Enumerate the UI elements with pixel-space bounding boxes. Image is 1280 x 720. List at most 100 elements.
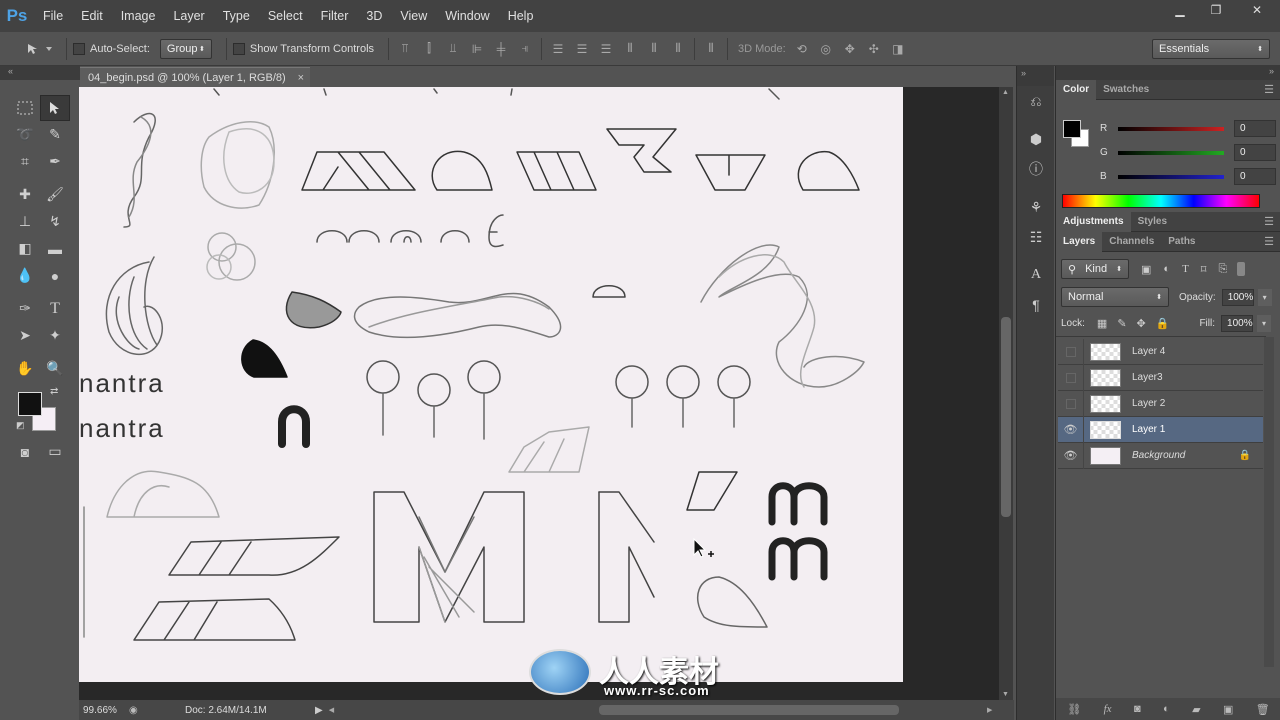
fill-arrow-icon[interactable]: ▾ bbox=[1257, 315, 1272, 332]
menu-help[interactable]: Help bbox=[499, 9, 543, 23]
layer-row-background[interactable]: 👁 Background 🔒 bbox=[1058, 442, 1263, 469]
lasso-tool-icon[interactable]: ➰ bbox=[10, 122, 40, 148]
tab-swatches[interactable]: Swatches bbox=[1096, 80, 1156, 100]
link-layers-icon[interactable]: ⛓ bbox=[1067, 703, 1081, 716]
scroll-up-icon[interactable]: ▲ bbox=[1002, 89, 1009, 96]
blur-tool-icon[interactable]: 💧 bbox=[10, 263, 40, 289]
blue-value[interactable]: 0 bbox=[1234, 168, 1276, 185]
green-value[interactable]: 0 bbox=[1234, 144, 1276, 161]
delete-layer-icon[interactable]: 🗑 bbox=[1256, 703, 1270, 716]
character-panel-icon[interactable]: A bbox=[1017, 260, 1055, 290]
layer-style-icon[interactable]: fx bbox=[1104, 703, 1112, 715]
eyedropper-tool-icon[interactable]: ✒ bbox=[40, 149, 70, 175]
filter-pixel-icon[interactable]: ▣ bbox=[1141, 263, 1151, 276]
panel-menu-icon[interactable]: ☰ bbox=[1264, 215, 1274, 228]
auto-select-dropdown[interactable]: Group ⬍ bbox=[159, 38, 212, 59]
menu-type[interactable]: Type bbox=[214, 9, 259, 23]
red-slider[interactable] bbox=[1118, 126, 1224, 131]
lock-all-icon[interactable]: 🔒 bbox=[1156, 317, 1170, 330]
blend-mode-dropdown[interactable]: Normal ⬍ bbox=[1061, 287, 1169, 307]
gradient-tool-icon[interactable]: ▬ bbox=[40, 236, 70, 262]
pen-tool-icon[interactable]: ✑ bbox=[10, 296, 40, 322]
3d-panel-icon[interactable]: ⬢ bbox=[1017, 124, 1055, 154]
document-tab[interactable]: 04_begin.psd @ 100% (Layer 1, RGB/8) × bbox=[80, 67, 310, 87]
close-document-icon[interactable]: × bbox=[298, 72, 304, 84]
collapse-arrows-icon[interactable]: « bbox=[8, 66, 13, 76]
add-mask-icon[interactable]: ◙ bbox=[1134, 703, 1141, 715]
brush-panel-icon[interactable]: ⚘ bbox=[1017, 192, 1055, 222]
auto-select-checkbox[interactable] bbox=[73, 42, 85, 55]
foreground-color[interactable] bbox=[18, 392, 42, 416]
layer-row-layer3[interactable]: Layer3 bbox=[1058, 364, 1263, 391]
3d-drag-icon[interactable]: ✥ bbox=[840, 39, 860, 59]
menu-view[interactable]: View bbox=[391, 9, 436, 23]
menu-filter[interactable]: Filter bbox=[312, 9, 358, 23]
shape-tool-icon[interactable]: ✦ bbox=[40, 323, 70, 349]
status-menu-arrow-icon[interactable]: ▶ bbox=[315, 705, 323, 716]
info-panel-icon[interactable]: ⓘ bbox=[1017, 154, 1055, 184]
crop-tool-icon[interactable]: ⌗ bbox=[10, 149, 40, 175]
history-brush-tool-icon[interactable]: ↯ bbox=[40, 209, 70, 235]
tab-layers[interactable]: Layers bbox=[1056, 231, 1103, 252]
align-hcenter-icon[interactable]: ╪ bbox=[491, 39, 511, 59]
hand-tool-icon[interactable]: ✋ bbox=[10, 356, 40, 382]
green-slider[interactable] bbox=[1118, 150, 1224, 155]
tab-styles[interactable]: Styles bbox=[1131, 212, 1174, 232]
tab-channels[interactable]: Channels bbox=[1102, 232, 1161, 252]
distribute-vcenter-icon[interactable]: ☰ bbox=[572, 39, 592, 59]
lock-image-icon[interactable]: ✎ bbox=[1117, 317, 1126, 330]
vertical-scroll-thumb[interactable] bbox=[1001, 317, 1011, 517]
type-tool-icon[interactable]: T bbox=[40, 296, 70, 322]
filter-type-icon[interactable]: T bbox=[1182, 263, 1189, 275]
adjust-panel-icon[interactable]: ☷ bbox=[1017, 222, 1055, 252]
panel-menu-icon[interactable]: ☰ bbox=[1264, 235, 1274, 248]
align-top-icon[interactable]: ⫪ bbox=[395, 39, 415, 59]
eye-icon[interactable]: 👁 bbox=[1058, 416, 1084, 443]
align-left-icon[interactable]: ⊫ bbox=[467, 39, 487, 59]
filter-adjustment-icon[interactable]: ◐ bbox=[1163, 263, 1170, 275]
layers-scrollbar[interactable] bbox=[1264, 337, 1274, 667]
paragraph-panel-icon[interactable]: ¶ bbox=[1017, 290, 1055, 320]
layer-row-layer2[interactable]: Layer 2 bbox=[1058, 390, 1263, 417]
layer-visibility-toggle[interactable] bbox=[1058, 364, 1084, 391]
brush-tool-icon[interactable]: 🖌 bbox=[40, 182, 70, 208]
new-group-icon[interactable]: ▰ bbox=[1192, 703, 1200, 716]
document-canvas[interactable]: nantra nantra bbox=[79, 87, 903, 682]
scroll-right-icon[interactable]: ▶ bbox=[987, 706, 992, 714]
layer-row-layer1[interactable]: 👁 Layer 1 bbox=[1058, 416, 1263, 443]
healing-brush-tool-icon[interactable]: ✚ bbox=[10, 182, 40, 208]
lock-position-icon[interactable]: ✥ bbox=[1137, 317, 1146, 330]
tab-paths[interactable]: Paths bbox=[1161, 232, 1202, 252]
opacity-arrow-icon[interactable]: ▾ bbox=[1257, 288, 1272, 306]
swap-colors-icon[interactable]: ⇄ bbox=[50, 386, 58, 397]
scroll-down-icon[interactable]: ▼ bbox=[1002, 691, 1009, 698]
layer-visibility-toggle[interactable] bbox=[1058, 338, 1084, 365]
filter-smart-object-icon[interactable]: ⎘ bbox=[1218, 263, 1227, 276]
quick-mask-icon[interactable]: ◙ bbox=[10, 439, 40, 465]
transform-controls-checkbox[interactable] bbox=[232, 42, 245, 55]
layer-filter-dropdown[interactable]: ⚲ Kind ⬍ bbox=[1061, 259, 1129, 279]
eraser-tool-icon[interactable]: ◧ bbox=[10, 236, 40, 262]
3d-scale-icon[interactable]: ◨ bbox=[888, 39, 908, 59]
strip-collapse-icon[interactable]: » bbox=[1017, 66, 1054, 86]
workspace-dropdown[interactable]: Essentials ⬍ bbox=[1152, 39, 1270, 59]
align-bottom-icon[interactable]: ⫫ bbox=[443, 39, 463, 59]
zoom-level[interactable]: 99.66% bbox=[79, 705, 129, 716]
menu-edit[interactable]: Edit bbox=[72, 9, 112, 23]
align-right-icon[interactable]: ⫣ bbox=[515, 39, 535, 59]
minimize-button[interactable]: ▁ bbox=[1162, 0, 1198, 20]
marquee-tool-icon[interactable] bbox=[10, 95, 40, 121]
distribute-top-icon[interactable]: ☰ bbox=[548, 39, 568, 59]
fill-value[interactable]: 100% bbox=[1221, 315, 1254, 332]
filter-toggle-icon[interactable] bbox=[1237, 262, 1246, 276]
distribute-hcenter-icon[interactable]: ⦀ bbox=[644, 39, 664, 59]
status-info-icon[interactable]: ◉ bbox=[129, 705, 149, 716]
eye-icon[interactable]: 👁 bbox=[1058, 442, 1084, 469]
lock-transparent-icon[interactable]: ▦ bbox=[1097, 317, 1107, 330]
stamp-tool-icon[interactable]: ⊥ bbox=[10, 209, 40, 235]
color-fg-swatch[interactable] bbox=[1063, 120, 1081, 138]
filter-shape-icon[interactable]: ⌑ bbox=[1201, 263, 1207, 276]
history-panel-icon[interactable]: ⎌ bbox=[1017, 86, 1055, 116]
opacity-value[interactable]: 100% bbox=[1221, 288, 1254, 306]
menu-image[interactable]: Image bbox=[112, 9, 165, 23]
